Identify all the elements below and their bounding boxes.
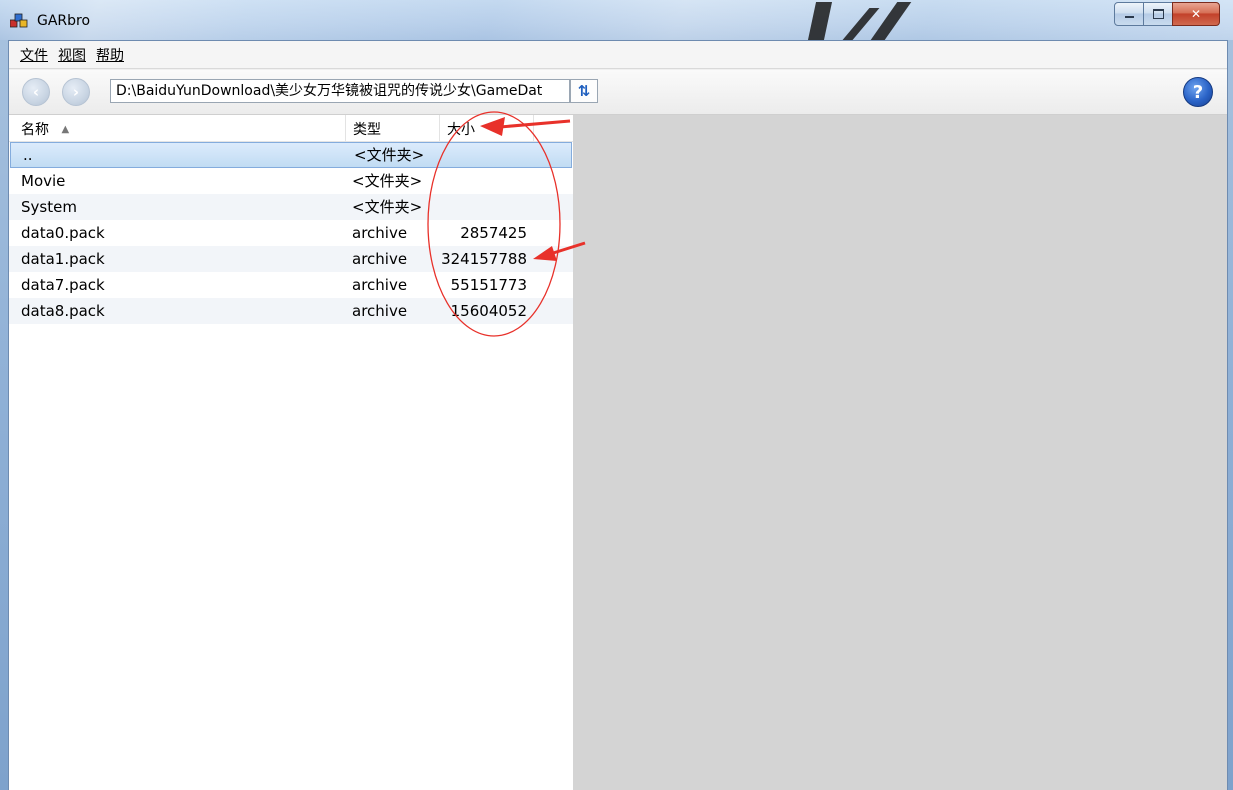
file-type: archive	[352, 224, 408, 242]
path-input[interactable]: D:\BaiduYunDownload\美少女万华镜被诅咒的传说少女\GameD…	[110, 79, 570, 103]
file-size: 324157788	[441, 250, 527, 268]
minimize-icon	[1124, 16, 1134, 18]
file-size: 2857425	[460, 224, 527, 242]
forward-button[interactable]: ›	[62, 78, 90, 106]
title-bar[interactable]: GARbro ✕	[0, 0, 1233, 40]
file-name: data0.pack	[21, 224, 105, 242]
file-row-data1[interactable]: data1.pack archive 324157788	[9, 246, 573, 272]
menu-help-label: 帮助	[96, 47, 124, 64]
file-size: 55151773	[450, 276, 527, 294]
garbro-app-icon	[10, 13, 28, 28]
menu-view-label: 视图	[58, 47, 86, 64]
menu-file-label: 文件	[20, 47, 48, 64]
file-name: data1.pack	[21, 250, 105, 268]
column-size-label: 大小	[447, 122, 475, 138]
toolbar: ‹ › D:\BaiduYunDownload\美少女万华镜被诅咒的传说少女\G…	[9, 70, 1227, 115]
wallpaper-streak	[807, 2, 833, 40]
column-name-label: 名称	[21, 122, 49, 138]
file-type: archive	[352, 302, 408, 320]
menu-view[interactable]: 视图	[53, 45, 91, 65]
close-icon: ✕	[1190, 7, 1202, 21]
file-size: 15604052	[450, 302, 527, 320]
file-row-parent[interactable]: .. <文件夹>	[10, 142, 572, 168]
menu-bar: 文件 视图 帮助	[9, 41, 1227, 69]
minimize-button[interactable]	[1114, 2, 1144, 26]
file-name: data7.pack	[21, 276, 105, 294]
file-row-system[interactable]: System <文件夹>	[9, 194, 573, 220]
maximize-button[interactable]	[1143, 2, 1173, 26]
file-row-data0[interactable]: data0.pack archive 2857425	[9, 220, 573, 246]
preview-pane	[573, 115, 1227, 790]
client-area: 文件 视图 帮助 ‹ › D:\BaiduYunDownload\美少女万华镜被…	[8, 40, 1228, 790]
maximize-icon	[1152, 9, 1164, 19]
column-divider[interactable]	[439, 115, 440, 141]
column-size-header[interactable]: 大小	[447, 119, 475, 139]
file-row-data7[interactable]: data7.pack archive 55151773	[9, 272, 573, 298]
file-name: data8.pack	[21, 302, 105, 320]
file-rows: .. <文件夹> Movie <文件夹> System <文件夹> data0.…	[9, 142, 573, 324]
column-divider[interactable]	[345, 115, 346, 141]
file-name: System	[21, 198, 77, 216]
back-button[interactable]: ‹	[22, 78, 50, 106]
column-divider[interactable]	[533, 115, 534, 141]
sort-ascending-icon: ▲	[61, 124, 70, 135]
close-button[interactable]: ✕	[1172, 2, 1220, 26]
menu-file[interactable]: 文件	[15, 45, 53, 65]
column-name-header[interactable]: 名称 ▲	[21, 119, 69, 139]
column-type-header[interactable]: 类型	[353, 119, 381, 139]
file-type: <文件夹>	[354, 146, 425, 164]
file-row-movie[interactable]: Movie <文件夹>	[9, 168, 573, 194]
window-title: GARbro	[37, 13, 91, 29]
file-type: <文件夹>	[352, 172, 423, 190]
file-type: archive	[352, 250, 408, 268]
file-row-data8[interactable]: data8.pack archive 15604052	[9, 298, 573, 324]
file-list[interactable]: 名称 ▲ 类型 大小 .. <文件夹> Movie <文件夹> System <…	[9, 115, 573, 790]
file-type: archive	[352, 276, 408, 294]
back-arrow-icon: ‹	[32, 83, 40, 101]
menu-help[interactable]: 帮助	[91, 45, 129, 65]
caption-buttons: ✕	[1114, 2, 1220, 26]
refresh-button[interactable]: ⇅	[570, 79, 598, 103]
file-name: Movie	[21, 172, 66, 190]
file-name: ..	[23, 146, 33, 164]
file-type: <文件夹>	[352, 198, 423, 216]
column-type-label: 类型	[353, 122, 381, 138]
help-button[interactable]: ?	[1183, 77, 1213, 107]
refresh-icon: ⇅	[577, 82, 591, 100]
column-header: 名称 ▲ 类型 大小	[9, 115, 573, 142]
forward-arrow-icon: ›	[72, 83, 80, 101]
app-window: GARbro ✕ 文件 视图 帮助 ‹ › D:\BaiduYunDownloa…	[0, 0, 1233, 790]
help-icon: ?	[1192, 81, 1204, 103]
